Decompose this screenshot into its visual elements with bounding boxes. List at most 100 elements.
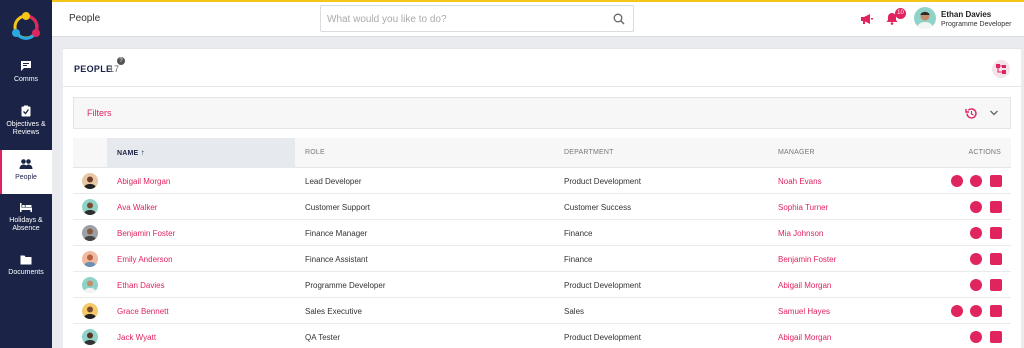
person-role: Sales Executive — [305, 307, 362, 316]
person-manager[interactable]: Benjamin Foster — [778, 255, 836, 264]
person-department: Customer Success — [564, 203, 632, 212]
avatar[interactable] — [914, 7, 936, 29]
search-box[interactable] — [320, 5, 634, 32]
notification-badge: 10 — [895, 8, 906, 19]
user-name[interactable]: Ethan Davies — [941, 10, 991, 19]
sidebar: Comms Objectives & Reviews People Holida… — [0, 0, 52, 348]
table-body: Abigail Morgan Lead Developer Product De… — [73, 168, 1011, 348]
star-icon[interactable] — [970, 253, 982, 265]
people-count: 17 — [109, 64, 120, 74]
book-icon[interactable] — [990, 279, 1002, 291]
person-name[interactable]: Benjamin Foster — [117, 229, 175, 238]
book-icon[interactable] — [990, 227, 1002, 239]
column-header-department[interactable]: DEPARTMENT — [564, 138, 614, 168]
org-icon[interactable] — [970, 175, 982, 187]
sidebar-item-label: People — [15, 174, 37, 181]
sidebar-item-label: Comms — [13, 76, 39, 83]
person-manager[interactable]: Noah Evans — [778, 177, 822, 186]
person-role: Lead Developer — [305, 177, 362, 186]
sidebar-item-label: Documents — [8, 269, 44, 276]
table-row: Ethan Davies Programme Developer Product… — [73, 272, 1011, 298]
person-name[interactable]: Ava Walker — [117, 203, 157, 212]
app-logo[interactable] — [8, 8, 44, 44]
search-input[interactable] — [327, 12, 597, 26]
avatar[interactable] — [82, 199, 98, 215]
book-icon[interactable] — [990, 175, 1002, 187]
star-icon[interactable] — [970, 279, 982, 291]
table-header: NAME ↑ ROLE DEPARTMENT MANAGER ACTIONS — [73, 138, 1011, 168]
folder-icon — [20, 255, 32, 265]
avatar[interactable] — [82, 303, 98, 319]
person-manager[interactable]: Samuel Hayes — [778, 307, 830, 316]
sidebar-item-people[interactable]: People — [0, 150, 52, 194]
person-department: Finance — [564, 255, 593, 264]
table-row: Abigail Morgan Lead Developer Product De… — [73, 168, 1011, 194]
star-icon[interactable] — [951, 175, 963, 187]
person-department: Product Development — [564, 333, 641, 342]
book-icon[interactable] — [990, 331, 1002, 343]
person-department: Product Development — [564, 177, 641, 186]
book-icon[interactable] — [990, 305, 1002, 317]
filters-bar[interactable]: Filters — [73, 97, 1011, 129]
person-manager[interactable]: Abigail Morgan — [778, 333, 831, 342]
org-chart-icon — [996, 64, 1006, 74]
column-header-actions: ACTIONS — [968, 149, 1001, 156]
people-icon — [19, 159, 33, 169]
sidebar-item-label: Holidays & Absence — [9, 217, 43, 232]
clipboard-check-icon — [21, 105, 31, 117]
person-name[interactable]: Emily Anderson — [117, 255, 173, 264]
avatar[interactable] — [82, 329, 98, 345]
sidebar-item-comms[interactable]: Comms — [0, 60, 52, 94]
person-name[interactable]: Abigail Morgan — [117, 177, 170, 186]
person-role: Finance Manager — [305, 229, 368, 238]
person-manager[interactable]: Sophia Turner — [778, 203, 828, 212]
top-header: People 10 Ethan Davies Programme Develop… — [52, 2, 1024, 37]
chevron-down-icon[interactable] — [989, 109, 999, 117]
sidebar-item-objectives[interactable]: Objectives & Reviews — [0, 105, 52, 145]
page-breadcrumb: People — [69, 13, 101, 24]
sidebar-item-holidays[interactable]: Holidays & Absence — [0, 201, 52, 241]
person-name[interactable]: Grace Bennett — [117, 307, 169, 316]
card-header: PEOPLE 17 ? — [63, 49, 1021, 87]
person-role: Programme Developer — [305, 281, 386, 290]
table-row: Jack Wyatt QA Tester Product Development… — [73, 324, 1011, 348]
megaphone-icon[interactable] — [860, 13, 873, 25]
filters-label[interactable]: Filters — [87, 108, 112, 118]
star-icon[interactable] — [970, 201, 982, 213]
person-manager[interactable]: Abigail Morgan — [778, 281, 831, 290]
org-icon[interactable] — [970, 305, 982, 317]
avatar[interactable] — [82, 173, 98, 189]
help-icon[interactable]: ? — [117, 57, 125, 65]
people-card: PEOPLE 17 ? Filters NAME ↑ ROLE DEPARTME… — [63, 48, 1021, 348]
star-icon[interactable] — [951, 305, 963, 317]
book-icon[interactable] — [990, 201, 1002, 213]
person-name[interactable]: Jack Wyatt — [117, 333, 156, 342]
star-icon[interactable] — [970, 227, 982, 239]
person-name[interactable]: Ethan Davies — [117, 281, 165, 290]
column-header-name[interactable]: NAME ↑ — [107, 138, 295, 168]
sidebar-item-documents[interactable]: Documents — [0, 254, 52, 284]
person-department: Product Development — [564, 281, 641, 290]
org-chart-button[interactable] — [992, 60, 1010, 78]
book-icon[interactable] — [990, 253, 1002, 265]
table-row: Benjamin Foster Finance Manager Finance … — [73, 220, 1011, 246]
avatar[interactable] — [82, 251, 98, 267]
column-header-manager[interactable]: MANAGER — [778, 138, 815, 168]
page-title: PEOPLE — [74, 64, 113, 74]
person-role: QA Tester — [305, 333, 340, 342]
search-icon[interactable] — [613, 13, 625, 25]
star-icon[interactable] — [970, 331, 982, 343]
chat-icon — [21, 61, 31, 71]
person-department: Sales — [564, 307, 585, 316]
person-role: Customer Support — [305, 203, 370, 212]
person-role: Finance Assistant — [305, 255, 368, 264]
person-department: Finance — [564, 229, 593, 238]
history-icon[interactable] — [965, 107, 978, 120]
table-row: Grace Bennett Sales Executive Sales Samu… — [73, 298, 1011, 324]
bed-icon — [20, 203, 32, 212]
table-row: Ava Walker Customer Support Customer Suc… — [73, 194, 1011, 220]
avatar[interactable] — [82, 277, 98, 293]
column-header-role[interactable]: ROLE — [305, 138, 325, 168]
avatar[interactable] — [82, 225, 98, 241]
person-manager[interactable]: Mia Johnson — [778, 229, 823, 238]
